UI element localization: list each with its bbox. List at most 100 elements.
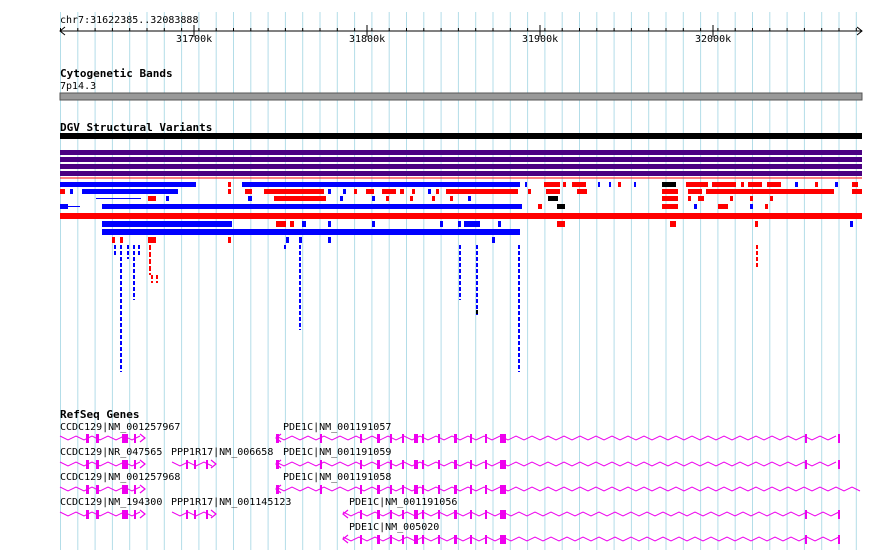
variant-feature[interactable] xyxy=(428,189,431,194)
variant-feature[interactable] xyxy=(688,196,691,201)
variant-feature[interactable] xyxy=(662,204,678,209)
gene-exon[interactable] xyxy=(377,460,380,469)
gene-exon[interactable] xyxy=(360,434,362,443)
variant-feature[interactable] xyxy=(662,189,678,194)
variant-feature[interactable] xyxy=(382,189,396,194)
variant-feature[interactable] xyxy=(276,221,286,227)
gene-exon[interactable] xyxy=(122,510,128,519)
gene-exon[interactable] xyxy=(96,434,99,443)
gene-exon[interactable] xyxy=(470,535,472,544)
gene-exon[interactable] xyxy=(805,510,807,519)
variant-feature[interactable] xyxy=(148,196,156,201)
variant-feature[interactable] xyxy=(492,237,495,243)
gene-exon[interactable] xyxy=(838,434,840,443)
gene-exon[interactable] xyxy=(438,535,440,544)
gene-exon[interactable] xyxy=(454,460,457,469)
gene-exon[interactable] xyxy=(438,485,440,494)
variant-feature[interactable] xyxy=(686,182,708,187)
variant-feature[interactable] xyxy=(60,189,65,194)
variant-feature[interactable] xyxy=(755,221,758,227)
variant-feature[interactable] xyxy=(557,221,565,227)
gene-exon[interactable] xyxy=(485,535,487,544)
variant-feature[interactable] xyxy=(245,189,252,194)
gene-exon[interactable] xyxy=(96,460,99,469)
variant-feature[interactable] xyxy=(343,189,346,194)
variant-feature[interactable] xyxy=(264,189,324,194)
variant-feature[interactable] xyxy=(436,189,439,194)
gene-exon[interactable] xyxy=(377,434,380,443)
variant-feature[interactable] xyxy=(770,196,773,201)
gene-exon[interactable] xyxy=(86,460,89,469)
variant-feature[interactable] xyxy=(688,189,702,194)
gene-exon[interactable] xyxy=(86,434,89,443)
gene-exon[interactable] xyxy=(134,460,136,469)
variant-feature[interactable] xyxy=(546,189,560,194)
gene-exon[interactable] xyxy=(390,535,392,544)
variant-feature[interactable] xyxy=(102,229,520,235)
gene-exon[interactable] xyxy=(377,535,380,544)
variant-feature[interactable] xyxy=(328,221,331,227)
variant-feature[interactable] xyxy=(248,196,252,201)
gene-exon[interactable] xyxy=(320,460,322,469)
variant-feature[interactable] xyxy=(372,196,375,201)
gene-exon[interactable] xyxy=(838,510,840,519)
variant-feature[interactable] xyxy=(662,182,676,187)
gene-exon[interactable] xyxy=(186,510,188,519)
gene-exon[interactable] xyxy=(438,434,440,443)
gene-exon[interactable] xyxy=(500,535,506,544)
variant-feature[interactable] xyxy=(748,182,762,187)
gene-exon[interactable] xyxy=(422,485,424,494)
variant-feature[interactable] xyxy=(60,164,862,169)
variant-feature[interactable] xyxy=(366,189,374,194)
gene-exon[interactable] xyxy=(805,535,807,544)
gene-exon[interactable] xyxy=(194,460,196,469)
variant-feature[interactable] xyxy=(299,237,302,243)
gene-exon[interactable] xyxy=(122,434,128,443)
variant-feature[interactable] xyxy=(698,196,704,201)
gene-exon[interactable] xyxy=(422,434,424,443)
variant-feature[interactable] xyxy=(148,237,156,243)
variant-feature[interactable] xyxy=(432,196,435,201)
variant-feature[interactable] xyxy=(609,182,611,187)
gene-exon[interactable] xyxy=(422,535,424,544)
variant-feature[interactable] xyxy=(440,221,443,227)
variant-feature[interactable] xyxy=(598,182,600,187)
variant-feature[interactable] xyxy=(412,189,415,194)
gene-exon[interactable] xyxy=(414,535,418,544)
gene-exon[interactable] xyxy=(805,460,807,469)
gene-model[interactable] xyxy=(275,486,861,492)
refseq-track[interactable] xyxy=(0,420,890,550)
variant-feature[interactable] xyxy=(82,189,178,194)
variant-feature[interactable] xyxy=(60,171,862,176)
variant-feature[interactable] xyxy=(525,182,527,187)
gene-exon[interactable] xyxy=(805,434,807,443)
variant-feature[interactable] xyxy=(274,196,326,201)
variant-feature[interactable] xyxy=(634,182,636,187)
gene-exon[interactable] xyxy=(402,510,404,519)
cytoband-bar[interactable] xyxy=(59,92,863,101)
variant-feature[interactable] xyxy=(450,196,453,201)
gene-exon[interactable] xyxy=(414,485,418,494)
gene-exon[interactable] xyxy=(134,510,136,519)
gene-exon[interactable] xyxy=(134,485,136,494)
variant-feature[interactable] xyxy=(572,182,586,187)
variant-feature[interactable] xyxy=(60,157,862,162)
gene-exon[interactable] xyxy=(360,535,362,544)
gene-exon[interactable] xyxy=(402,485,404,494)
gene-exon[interactable] xyxy=(96,510,99,519)
gene-exon[interactable] xyxy=(122,460,128,469)
variant-feature[interactable] xyxy=(60,133,862,139)
gene-exon[interactable] xyxy=(402,460,404,469)
gene-exon[interactable] xyxy=(390,510,392,519)
gene-exon[interactable] xyxy=(500,460,506,469)
variant-feature[interactable] xyxy=(712,182,736,187)
variant-feature[interactable] xyxy=(228,237,231,243)
gene-exon[interactable] xyxy=(390,485,392,494)
variant-feature[interactable] xyxy=(852,182,858,187)
variant-feature[interactable] xyxy=(548,196,558,201)
variant-feature[interactable] xyxy=(228,189,231,194)
gene-exon[interactable] xyxy=(838,535,840,544)
variant-feature[interactable] xyxy=(765,204,768,209)
variant-feature[interactable] xyxy=(618,182,621,187)
gene-exon[interactable] xyxy=(86,510,89,519)
